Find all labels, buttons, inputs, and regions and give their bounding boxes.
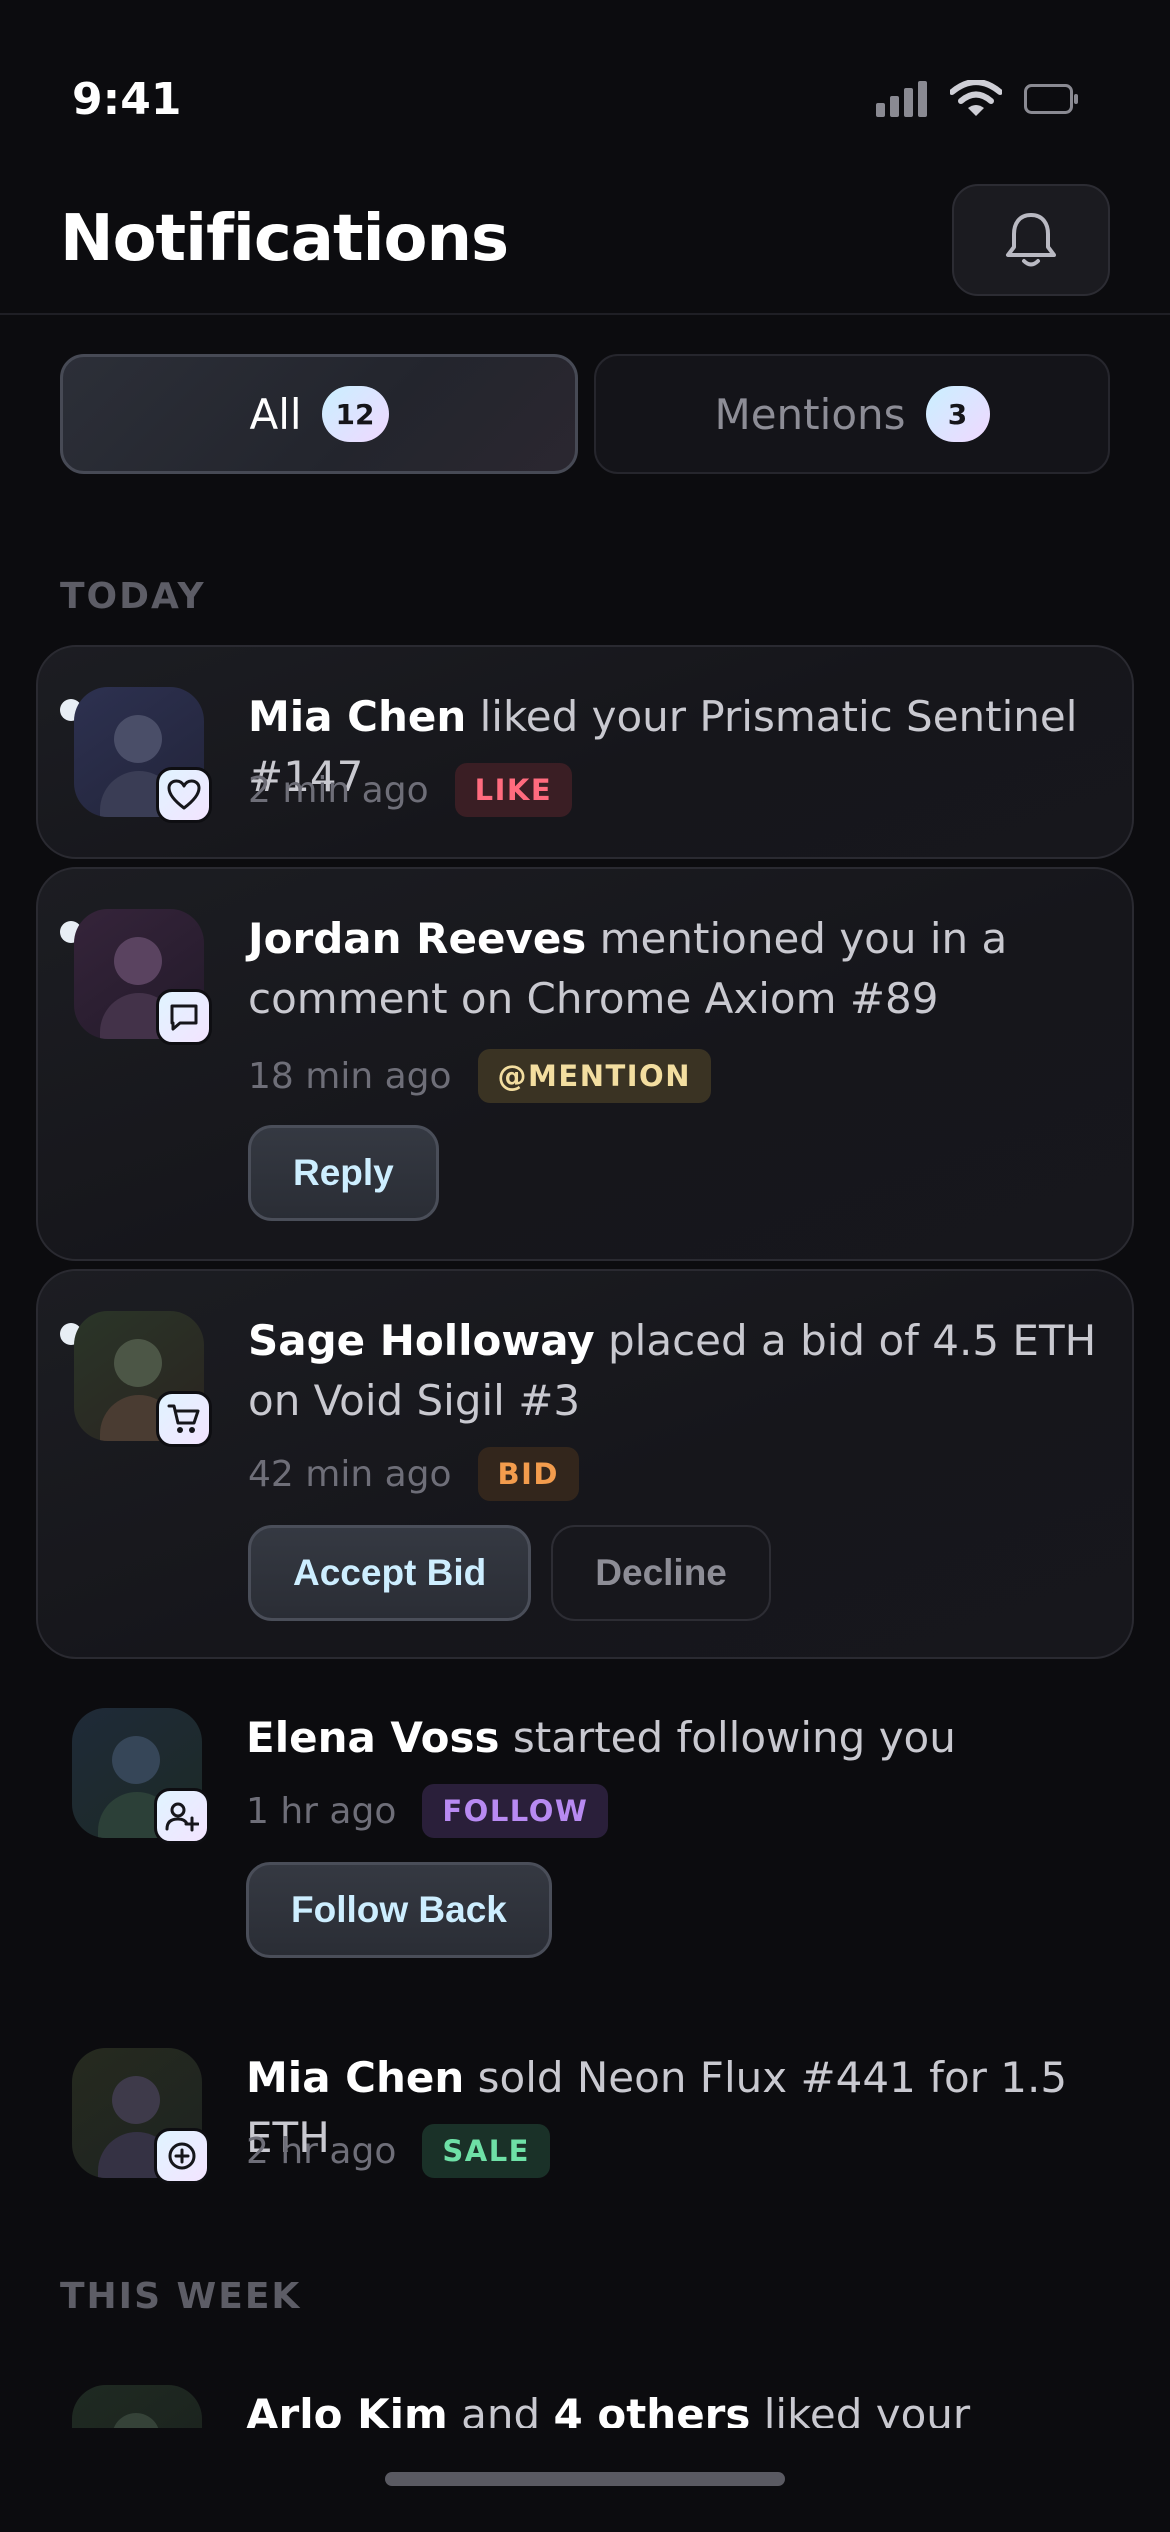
tab-mentions-count: 3 <box>925 386 990 442</box>
status-icons <box>876 80 1080 118</box>
status-bar: 9:41 <box>0 0 1170 200</box>
filter-tabs: All 12 Mentions 3 <box>60 354 1110 474</box>
status-time: 9:41 <box>72 74 182 125</box>
notification-meta: 42 min ago BID <box>248 1447 579 1501</box>
section-label-this-week: THIS WEEK <box>60 2276 302 2317</box>
follow-back-button[interactable]: Follow Back <box>246 1862 552 1958</box>
type-tag: SALE <box>422 2124 550 2178</box>
actor-name[interactable]: Elena Voss <box>246 1713 500 1762</box>
follow-type-badge <box>154 1788 210 1844</box>
actor-name[interactable]: Mia Chen <box>248 692 466 741</box>
notification-item[interactable]: Sage Holloway placed a bid of 4.5 ETH on… <box>36 1269 1134 1659</box>
notification-body: started following you <box>499 1713 956 1762</box>
notification-actions: Reply <box>248 1125 439 1221</box>
notification-actions: Follow Back <box>246 1862 552 1958</box>
signal-icon <box>876 81 927 117</box>
notification-actions: Accept Bid Decline <box>248 1525 771 1621</box>
notification-meta: 18 min ago @MENTION <box>248 1049 711 1103</box>
tab-all-count: 12 <box>321 386 389 442</box>
notification-settings-button[interactable] <box>952 184 1110 296</box>
bid-type-badge <box>156 1391 212 1447</box>
tab-mentions-label: Mentions <box>714 389 906 439</box>
actor-name[interactable]: Sage Holloway <box>248 1316 595 1365</box>
type-tag: BID <box>477 1447 579 1501</box>
decline-button[interactable]: Decline <box>551 1525 771 1621</box>
notification-item[interactable]: Elena Voss started following you 1 hr ag… <box>36 1668 1134 1990</box>
comment-type-badge <box>156 989 212 1045</box>
user-plus-icon <box>165 1802 199 1832</box>
comment-icon <box>170 1004 198 1031</box>
actor-name[interactable]: Jordan Reeves <box>248 914 586 963</box>
bell-icon <box>1006 213 1056 267</box>
notification-meta: 2 min ago LIKE <box>248 763 573 817</box>
notification-text: Elena Voss started following you <box>246 1708 1106 1768</box>
type-tag: LIKE <box>454 763 573 817</box>
type-tag: @MENTION <box>477 1049 711 1103</box>
tab-all[interactable]: All 12 <box>60 354 578 474</box>
type-tag: FOLLOW <box>422 1784 609 1838</box>
notification-meta: 2 hr ago SALE <box>246 2124 550 2178</box>
sale-type-badge <box>154 2128 210 2184</box>
page-title: Notifications <box>60 202 509 276</box>
cart-icon <box>167 1404 200 1433</box>
timestamp: 1 hr ago <box>246 1790 397 1832</box>
heart-icon <box>167 779 201 810</box>
notification-text: Jordan Reeves mentioned you in a comment… <box>248 909 1108 1029</box>
wifi-icon <box>950 80 1002 116</box>
like-type-badge <box>156 767 212 823</box>
notification-text: Sage Holloway placed a bid of 4.5 ETH on… <box>248 1311 1108 1431</box>
home-indicator[interactable] <box>385 2472 785 2486</box>
notification-item[interactable]: Jordan Reeves mentioned you in a comment… <box>36 867 1134 1261</box>
section-label-today: TODAY <box>60 576 206 617</box>
tab-all-label: All <box>249 389 302 439</box>
timestamp: 18 min ago <box>248 1055 452 1097</box>
actor-name[interactable]: Mia Chen <box>246 2053 464 2102</box>
accept-bid-button[interactable]: Accept Bid <box>248 1525 532 1621</box>
header: Notifications <box>0 180 1170 315</box>
timestamp: 42 min ago <box>248 1453 452 1495</box>
plus-circle-icon <box>168 2142 196 2170</box>
timestamp: 2 hr ago <box>246 2130 397 2172</box>
tab-mentions[interactable]: Mentions 3 <box>594 354 1110 474</box>
notification-item[interactable]: Mia Chen liked your Prismatic Sentinel #… <box>36 645 1134 859</box>
timestamp: 2 min ago <box>248 769 429 811</box>
notification-meta: 1 hr ago FOLLOW <box>246 1784 609 1838</box>
battery-icon <box>1024 84 1078 114</box>
reply-button[interactable]: Reply <box>248 1125 439 1221</box>
notification-item[interactable]: Mia Chen sold Neon Flux #441 for 1.5 ETH… <box>36 2008 1134 2222</box>
